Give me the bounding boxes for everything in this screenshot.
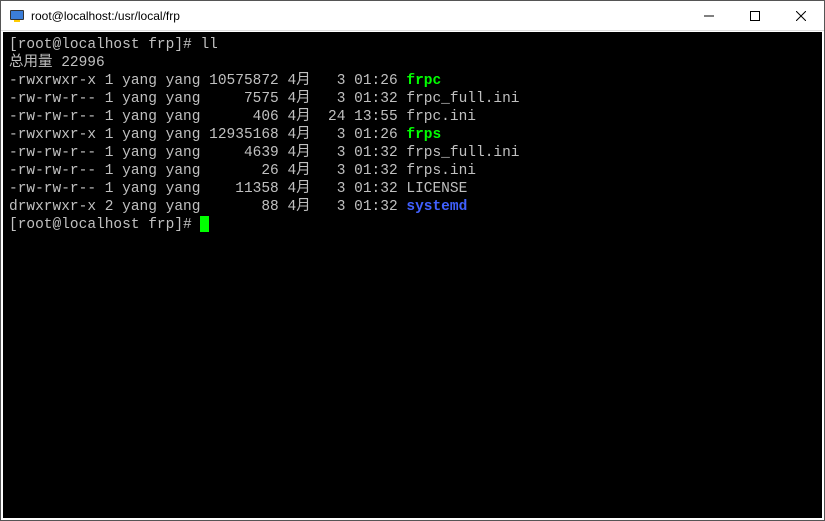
close-button[interactable] [778,1,824,30]
prompt: [root@localhost frp]# [9,37,200,53]
window-controls [686,1,824,30]
list-item: -rw-rw-r-- 1 yang yang 4639 4月 3 01:32 f… [9,144,816,162]
file-listing: -rwxrwxr-x 1 yang yang 10575872 4月 3 01:… [9,72,816,216]
list-item: drwxrwxr-x 2 yang yang 88 4月 3 01:32 sys… [9,198,816,216]
file-name: frpc [406,73,441,89]
file-meta: drwxrwxr-x 2 yang yang 88 4月 3 01:32 [9,199,406,215]
total-line: 总用量 22996 [9,54,816,72]
file-meta: -rw-rw-r-- 1 yang yang 4639 4月 3 01:32 [9,145,406,161]
file-name: frpc_full.ini [406,91,519,107]
app-icon [9,8,25,24]
prompt: [root@localhost frp]# [9,217,200,233]
file-name: frps [406,127,441,143]
list-item: -rw-rw-r-- 1 yang yang 11358 4月 3 01:32 … [9,180,816,198]
file-name: frps_full.ini [406,145,519,161]
list-item: -rwxrwxr-x 1 yang yang 12935168 4月 3 01:… [9,126,816,144]
file-meta: -rw-rw-r-- 1 yang yang 7575 4月 3 01:32 [9,91,406,107]
window-title: root@localhost:/usr/local/frp [31,9,686,23]
list-item: -rw-rw-r-- 1 yang yang 406 4月 24 13:55 f… [9,108,816,126]
prompt-line: [root@localhost frp]# [9,216,816,234]
file-meta: -rw-rw-r-- 1 yang yang 406 4月 24 13:55 [9,109,406,125]
list-item: -rwxrwxr-x 1 yang yang 10575872 4月 3 01:… [9,72,816,90]
prompt-line: [root@localhost frp]# ll [9,36,816,54]
list-item: -rw-rw-r-- 1 yang yang 26 4月 3 01:32 frp… [9,162,816,180]
file-meta: -rw-rw-r-- 1 yang yang 11358 4月 3 01:32 [9,181,406,197]
file-meta: -rwxrwxr-x 1 yang yang 10575872 4月 3 01:… [9,73,406,89]
file-name: frpc.ini [406,109,476,125]
list-item: -rw-rw-r-- 1 yang yang 7575 4月 3 01:32 f… [9,90,816,108]
file-meta: -rw-rw-r-- 1 yang yang 26 4月 3 01:32 [9,163,406,179]
terminal-area[interactable]: [root@localhost frp]# ll 总用量 22996 -rwxr… [1,31,824,520]
minimize-button[interactable] [686,1,732,30]
cursor-block [200,216,209,232]
file-name: LICENSE [406,181,467,197]
file-name: frps.ini [406,163,476,179]
window-titlebar: root@localhost:/usr/local/frp [1,1,824,31]
file-meta: -rwxrwxr-x 1 yang yang 12935168 4月 3 01:… [9,127,406,143]
command: ll [200,37,217,53]
file-name: systemd [406,199,467,215]
maximize-button[interactable] [732,1,778,30]
